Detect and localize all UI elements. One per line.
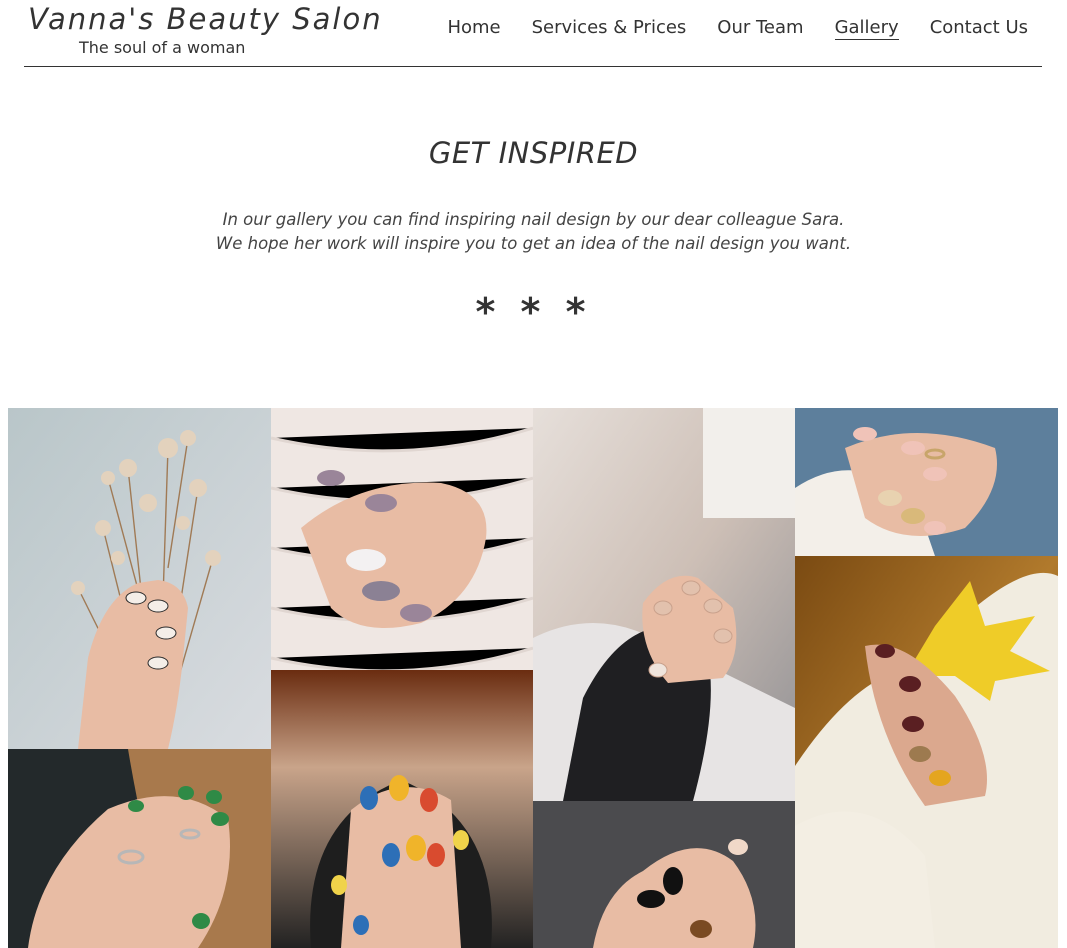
brand-title[interactable]: Vanna's Beauty Salon xyxy=(28,2,383,36)
nav-home[interactable]: Home xyxy=(447,17,500,40)
gallery-photo-abstract-nails[interactable] xyxy=(271,670,533,948)
gallery-photo-black-nails[interactable] xyxy=(533,801,795,948)
gallery-photo-black-sweater[interactable] xyxy=(533,408,795,801)
brand-tagline: The soul of a woman xyxy=(79,38,246,57)
gallery-photo-dried-flowers[interactable] xyxy=(8,408,271,749)
nav-contact-us[interactable]: Contact Us xyxy=(930,17,1028,40)
intro-line-1: In our gallery you can find inspiring na… xyxy=(222,210,845,229)
page-heading: GET INSPIRED xyxy=(428,136,639,170)
divider-stars: * * * xyxy=(475,290,592,334)
intro-text: In our gallery you can find inspiring na… xyxy=(0,208,1067,256)
intro-line-2: We hope her work will inspire you to get… xyxy=(215,234,852,253)
nav-gallery[interactable]: Gallery xyxy=(834,17,899,40)
gallery-grid xyxy=(8,408,1058,948)
site-header: Vanna's Beauty Salon The soul of a woman… xyxy=(24,0,1042,67)
gallery-photo-lilac-nails[interactable] xyxy=(271,408,533,670)
main-nav: Home Services & Prices Our Team Gallery … xyxy=(447,17,1028,40)
gallery-photo-gold-foil-nails[interactable] xyxy=(795,408,1058,556)
gallery-photo-autumn-nails[interactable] xyxy=(795,556,1058,948)
gallery-intro: GET INSPIRED In our gallery you can find… xyxy=(0,136,1067,334)
brand[interactable]: Vanna's Beauty Salon The soul of a woman xyxy=(28,2,383,57)
gallery-photo-green-nails[interactable] xyxy=(8,749,271,948)
nav-our-team[interactable]: Our Team xyxy=(717,17,803,40)
nav-services-prices[interactable]: Services & Prices xyxy=(532,17,687,40)
